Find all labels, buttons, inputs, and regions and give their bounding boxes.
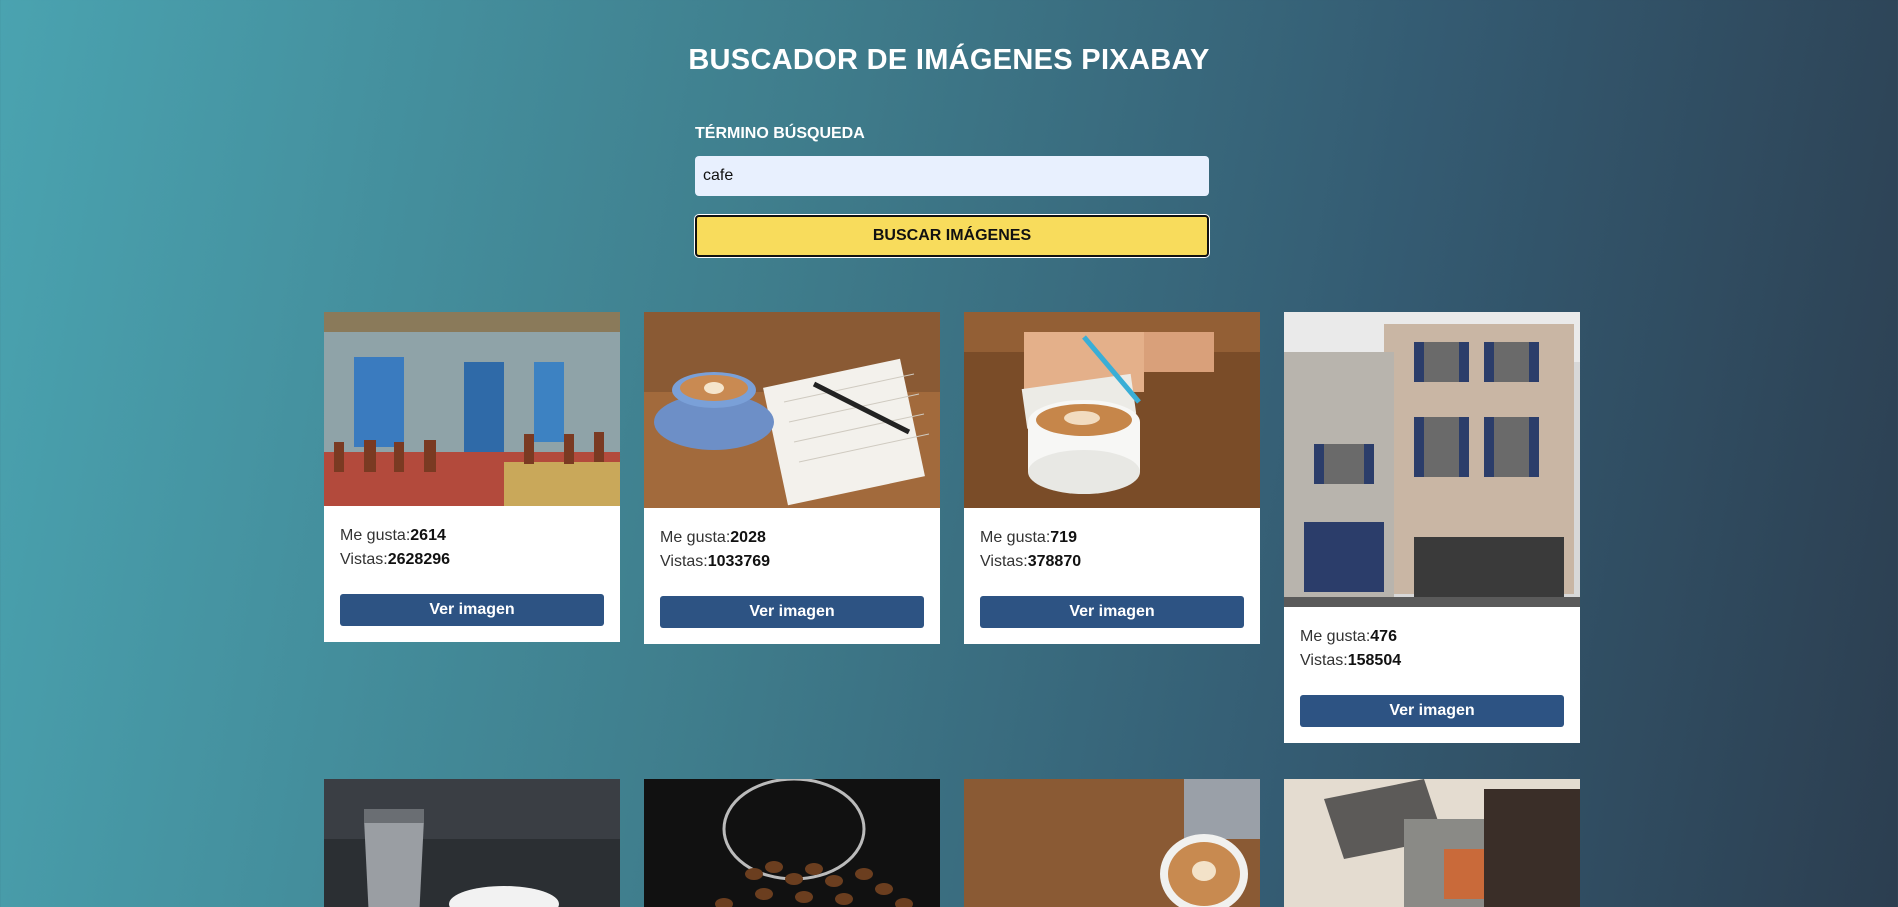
result-image — [1284, 779, 1580, 907]
likes-value: 476 — [1370, 628, 1397, 645]
result-card — [324, 779, 620, 907]
likes-label: Me gusta: — [340, 527, 411, 544]
likes-row: Me gusta:476 — [1300, 625, 1564, 649]
views-row: Vistas:158504 — [1300, 649, 1564, 673]
result-image — [644, 779, 940, 907]
result-info: Me gusta:2614 Vistas:2628296 Ver imagen — [324, 506, 620, 642]
views-row: Vistas:378870 — [980, 550, 1244, 574]
likes-row: Me gusta:719 — [980, 526, 1244, 550]
view-image-button[interactable]: Ver imagen — [660, 596, 924, 628]
search-label: TÉRMINO BÚSQUEDA — [695, 125, 865, 142]
views-label: Vistas: — [660, 553, 708, 570]
view-image-button[interactable]: Ver imagen — [980, 596, 1244, 628]
search-form: TÉRMINO BÚSQUEDA BUSCAR IMÁGENES — [695, 125, 1209, 257]
likes-value: 2028 — [730, 529, 766, 546]
views-value: 158504 — [1347, 652, 1402, 669]
result-image — [644, 312, 940, 508]
views-row: Vistas:1033769 — [660, 550, 924, 574]
result-info: Me gusta:2028 Vistas:1033769 Ver imagen — [644, 508, 940, 644]
likes-row: Me gusta:2614 — [340, 524, 604, 548]
views-value: 2628296 — [387, 551, 451, 568]
result-image — [324, 312, 620, 506]
likes-label: Me gusta: — [660, 529, 731, 546]
result-image — [964, 312, 1260, 508]
views-value: 378870 — [1027, 553, 1082, 570]
result-card: Me gusta:476 Vistas:158504 Ver imagen — [1284, 312, 1580, 743]
result-card — [964, 779, 1260, 907]
likes-label: Me gusta: — [980, 529, 1051, 546]
result-card — [1284, 779, 1580, 907]
view-image-button[interactable]: Ver imagen — [340, 594, 604, 626]
views-value: 1033769 — [707, 553, 771, 570]
views-label: Vistas: — [980, 553, 1028, 570]
result-image — [324, 779, 620, 907]
result-card: Me gusta:2614 Vistas:2628296 Ver imagen — [324, 312, 620, 642]
likes-row: Me gusta:2028 — [660, 526, 924, 550]
likes-value: 2614 — [410, 527, 446, 544]
views-label: Vistas: — [340, 551, 388, 568]
search-button[interactable]: BUSCAR IMÁGENES — [695, 215, 1209, 257]
search-input[interactable] — [695, 156, 1209, 196]
view-image-button[interactable]: Ver imagen — [1300, 695, 1564, 727]
result-info: Me gusta:476 Vistas:158504 Ver imagen — [1284, 607, 1580, 743]
result-card: Me gusta:2028 Vistas:1033769 Ver imagen — [644, 312, 940, 644]
result-image — [1284, 312, 1580, 607]
result-card: Me gusta:719 Vistas:378870 Ver imagen — [964, 312, 1260, 644]
result-info: Me gusta:719 Vistas:378870 Ver imagen — [964, 508, 1260, 644]
views-label: Vistas: — [1300, 652, 1348, 669]
likes-value: 719 — [1050, 529, 1077, 546]
page-title: BUSCADOR DE IMÁGENES PIXABAY — [688, 44, 1210, 76]
result-image — [964, 779, 1260, 907]
likes-label: Me gusta: — [1300, 628, 1371, 645]
views-row: Vistas:2628296 — [340, 548, 604, 572]
result-card — [644, 779, 940, 907]
